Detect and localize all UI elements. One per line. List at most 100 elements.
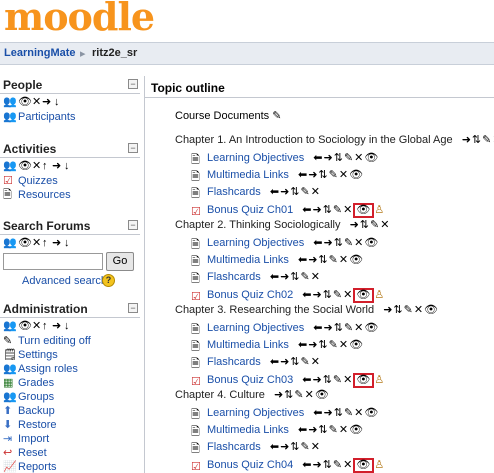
eye-icon[interactable]: 👁 xyxy=(18,237,32,250)
section-tools: ➜⇅✎✕👁 xyxy=(383,304,440,316)
person-icon[interactable]: ♙ xyxy=(374,204,385,216)
activity-row: 🗎 Flashcards ⬅➜⇅✎✕ xyxy=(191,356,321,370)
move-right-icon[interactable]: ➜ xyxy=(462,134,472,146)
roles-icon[interactable]: 👥 xyxy=(3,96,17,109)
activity-row: ☑ Bonus Quiz Ch01 ⬅➜⇅✎✕ 👁 ♙ xyxy=(191,203,385,218)
backup-link[interactable]: Backup xyxy=(18,405,55,417)
eye-icon[interactable]: 👁 xyxy=(353,458,375,473)
activity-link[interactable]: Multimedia Links xyxy=(207,254,289,266)
move-down-icon[interactable]: ↓ xyxy=(64,160,70,173)
collapse-icon[interactable]: − xyxy=(128,79,138,89)
activity-link[interactable]: Learning Objectives xyxy=(207,407,304,419)
search-block-title: Search Forums xyxy=(3,219,91,233)
eye-icon[interactable]: 👁 xyxy=(18,320,32,333)
go-button[interactable]: Go xyxy=(106,252,134,271)
delete-icon[interactable]: ✕ xyxy=(32,237,41,250)
move-right-icon[interactable]: ➜ xyxy=(42,96,51,109)
admin-item-backup[interactable]: ⬆ Backup xyxy=(0,404,140,418)
search-input[interactable] xyxy=(3,253,103,270)
activities-item-quizzes[interactable]: ☑ Quizzes xyxy=(0,174,140,188)
resource-icon: 🗎 xyxy=(191,426,200,438)
groups-link[interactable]: Groups xyxy=(18,391,54,403)
roles-icon[interactable]: 👥 xyxy=(3,160,17,173)
settings-link[interactable]: Settings xyxy=(18,349,58,361)
admin-block-header: Administration − xyxy=(0,300,140,318)
activity-link[interactable]: Multimedia Links xyxy=(207,424,289,436)
admin-item-grades[interactable]: ▦ Grades xyxy=(0,376,140,390)
resource-icon: 🗎 xyxy=(191,154,200,166)
eye-icon[interactable]: 👁 xyxy=(353,203,375,218)
activity-link[interactable]: Bonus Quiz Ch04 xyxy=(207,459,293,471)
move-right-icon[interactable]: ➜ xyxy=(52,160,61,173)
activity-link[interactable]: Bonus Quiz Ch01 xyxy=(207,204,293,216)
move-right-icon[interactable]: ➜ xyxy=(52,237,61,250)
eye-icon[interactable]: 👁 xyxy=(18,160,32,173)
breadcrumb-home-link[interactable]: LearningMate xyxy=(4,47,76,59)
participants-link[interactable]: Participants xyxy=(18,111,75,123)
roles-icon[interactable]: 👥 xyxy=(3,320,17,333)
activity-link[interactable]: Flashcards xyxy=(207,186,261,198)
admin-item-import[interactable]: ⇥ Import xyxy=(0,432,140,446)
activity-link[interactable]: Flashcards xyxy=(207,356,261,368)
turn-editing-off-link[interactable]: Turn editing off xyxy=(18,335,91,347)
move-up-icon[interactable]: ↑ xyxy=(42,237,48,250)
activities-block-edit-controls: 👥 👁 ✕ ↑ ➜ ↓ xyxy=(0,160,140,174)
edit-icon[interactable]: ✎ xyxy=(482,134,492,146)
reset-link[interactable]: Reset xyxy=(18,447,47,459)
restore-link[interactable]: Restore xyxy=(18,419,57,431)
person-icon[interactable]: ♙ xyxy=(374,459,385,471)
reports-link[interactable]: Reports xyxy=(18,461,57,473)
roles-icon[interactable]: 👥 xyxy=(3,237,17,250)
activities-block-title: Activities xyxy=(3,142,57,156)
import-link[interactable]: Import xyxy=(18,433,49,445)
admin-item-reports[interactable]: 📈 Reports xyxy=(0,460,140,473)
delete-icon[interactable]: ✕ xyxy=(32,160,41,173)
activity-link[interactable]: Multimedia Links xyxy=(207,339,289,351)
move-up-icon[interactable]: ↑ xyxy=(42,160,48,173)
eye-icon[interactable]: 👁 xyxy=(353,288,375,303)
move-icon[interactable]: ⇅ xyxy=(472,134,482,146)
activity-link[interactable]: Bonus Quiz Ch03 xyxy=(207,374,293,386)
activity-link[interactable]: Flashcards xyxy=(207,441,261,453)
admin-item-turn-editing[interactable]: ✎ Turn editing off xyxy=(0,334,140,348)
grades-link[interactable]: Grades xyxy=(18,377,54,389)
person-icon[interactable]: ♙ xyxy=(374,374,385,386)
move-right-icon[interactable]: ➜ xyxy=(52,320,61,333)
advanced-search-link[interactable]: Advanced search xyxy=(22,275,107,287)
people-item-participants[interactable]: 👥 Participants xyxy=(0,110,140,124)
activity-link[interactable]: Learning Objectives xyxy=(207,322,304,334)
eye-icon[interactable]: 👁 xyxy=(18,96,32,109)
delete-icon[interactable]: ✕ xyxy=(32,320,41,333)
activity-row: ☑ Bonus Quiz Ch02 ⬅➜⇅✎✕ 👁 ♙ xyxy=(191,288,385,303)
activity-link[interactable]: Multimedia Links xyxy=(207,169,289,181)
activity-link[interactable]: Learning Objectives xyxy=(207,152,304,164)
admin-item-reset[interactable]: ↩ Reset xyxy=(0,446,140,460)
admin-item-assign-roles[interactable]: 👥 Assign roles xyxy=(0,362,140,376)
admin-item-groups[interactable]: 👥 Groups xyxy=(0,390,140,404)
activity-tools: ⬅➜⇅✎✕👁 xyxy=(297,424,365,436)
assign-roles-link[interactable]: Assign roles xyxy=(18,363,78,375)
move-up-icon[interactable]: ↑ xyxy=(42,320,48,333)
admin-item-restore[interactable]: ⬇ Restore xyxy=(0,418,140,432)
activity-tools: ⬅➜⇅✎✕ xyxy=(269,441,321,453)
edit-icon[interactable]: ✎ xyxy=(272,110,281,122)
collapse-icon[interactable]: − xyxy=(128,143,138,153)
move-down-icon[interactable]: ↓ xyxy=(54,96,60,109)
move-down-icon[interactable]: ↓ xyxy=(64,237,70,250)
activity-link[interactable]: Bonus Quiz Ch02 xyxy=(207,289,293,301)
quizzes-link[interactable]: Quizzes xyxy=(18,175,58,187)
eye-icon[interactable]: 👁 xyxy=(353,373,375,388)
activities-item-resources[interactable]: 🗎 Resources xyxy=(0,188,140,202)
collapse-icon[interactable]: − xyxy=(128,303,138,313)
activity-tools: ⬅➜⇅✎✕👁 xyxy=(313,237,380,249)
resources-link[interactable]: Resources xyxy=(18,189,71,201)
admin-item-settings[interactable]: 🗒 Settings xyxy=(0,348,140,362)
activity-link[interactable]: Flashcards xyxy=(207,271,261,283)
person-icon[interactable]: ♙ xyxy=(374,289,385,301)
delete-icon[interactable]: ✕ xyxy=(32,96,41,109)
collapse-icon[interactable]: − xyxy=(128,220,138,230)
move-down-icon[interactable]: ↓ xyxy=(64,320,70,333)
activity-link[interactable]: Learning Objectives xyxy=(207,237,304,249)
help-icon[interactable]: ? xyxy=(102,274,115,287)
moodle-logo[interactable]: moodle xyxy=(4,0,155,39)
